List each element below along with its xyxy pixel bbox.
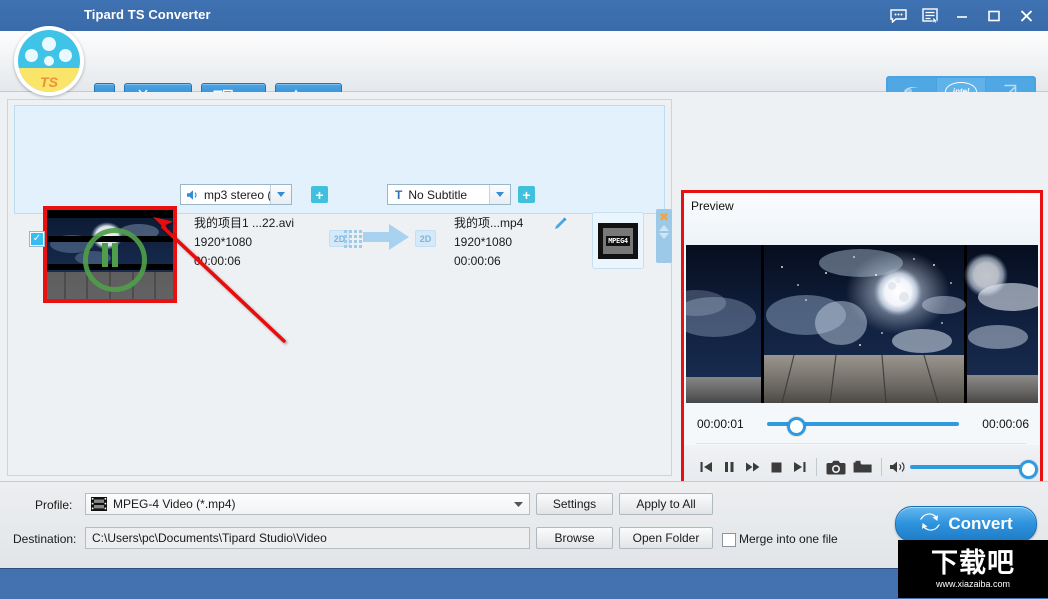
browse-button[interactable]: Browse bbox=[536, 527, 613, 549]
snapshot-button[interactable] bbox=[822, 452, 849, 482]
destination-input[interactable]: C:\Users\pc\Documents\Tipard Studio\Vide… bbox=[85, 527, 530, 549]
volume-divider bbox=[881, 458, 882, 476]
register-icon[interactable] bbox=[914, 2, 946, 30]
maximize-icon[interactable] bbox=[978, 2, 1010, 30]
pause-overlay-icon bbox=[102, 243, 118, 267]
settings-button[interactable]: Settings bbox=[536, 493, 613, 515]
target-resolution: 1920*1080 bbox=[454, 233, 523, 252]
target-file-name: 我的项...mp4 bbox=[454, 214, 523, 233]
open-folder-label: Open Folder bbox=[633, 531, 700, 545]
main-area: ✓ bbox=[0, 92, 1048, 481]
profile-value: MPEG-4 Video (*.mp4) bbox=[107, 497, 507, 511]
profile-select[interactable]: MPEG-4 Video (*.mp4) bbox=[85, 493, 530, 515]
app-logo: TS bbox=[14, 26, 84, 96]
speaker-icon bbox=[181, 189, 200, 201]
seek-slider[interactable] bbox=[767, 422, 959, 426]
destination-value: C:\Users\pc\Documents\Tipard Studio\Vide… bbox=[86, 531, 327, 545]
remove-file-icon[interactable]: ✖ bbox=[659, 212, 669, 223]
feedback-icon[interactable] bbox=[882, 2, 914, 30]
pause-button[interactable] bbox=[718, 452, 741, 482]
move-up-icon[interactable] bbox=[659, 225, 669, 231]
row-actions: ✖ bbox=[656, 209, 672, 263]
apply-to-all-label: Apply to All bbox=[636, 497, 695, 511]
toolbar: Add File Trim SD 3D bbox=[0, 31, 1048, 92]
source-resolution: 1920*1080 bbox=[194, 233, 294, 252]
stop-button[interactable] bbox=[764, 452, 787, 482]
watermark-text: 下载吧 bbox=[931, 549, 1015, 579]
seek-row: 00:00:01 00:00:06 bbox=[684, 408, 1040, 440]
window-title: Tipard TS Converter bbox=[84, 7, 211, 22]
minimize-icon[interactable] bbox=[946, 2, 978, 30]
preview-divider bbox=[696, 443, 1026, 444]
profile-chevron-down-icon[interactable] bbox=[507, 502, 529, 507]
volume-slider[interactable] bbox=[910, 465, 1026, 469]
profile-label: Profile: bbox=[35, 498, 72, 512]
close-icon[interactable] bbox=[1010, 2, 1042, 30]
open-folder-path-button[interactable]: Open Folder bbox=[619, 527, 713, 549]
desktop-taskbar bbox=[0, 568, 1048, 599]
mpeg4-label: MPEG4 bbox=[606, 236, 630, 246]
controls-divider bbox=[816, 458, 817, 476]
window-controls bbox=[882, 0, 1042, 31]
checkmark-icon: ✓ bbox=[31, 233, 43, 245]
logo-badge-label: TS bbox=[18, 74, 80, 90]
preview-title: Preview bbox=[691, 199, 734, 213]
preview-video[interactable] bbox=[686, 245, 1038, 403]
file-thumbnail[interactable] bbox=[43, 206, 177, 303]
subtitle-track-chevron-down-icon[interactable] bbox=[489, 185, 510, 204]
source-file-name: 我的项目1 ...22.avi bbox=[194, 214, 294, 233]
rename-pencil-icon[interactable] bbox=[553, 216, 569, 237]
open-folder-button[interactable] bbox=[849, 452, 876, 482]
bottom-bar: Profile: MPEG-4 Video (*.mp4) Settings A… bbox=[0, 481, 1048, 568]
volume-slider-handle[interactable] bbox=[1019, 460, 1038, 479]
subtitle-text-icon: T bbox=[388, 188, 402, 202]
add-subtitle-button[interactable]: + bbox=[518, 186, 535, 203]
title-bar: Tipard TS Converter bbox=[0, 0, 1048, 31]
file-list-row[interactable] bbox=[14, 105, 665, 214]
audio-track-chevron-down-icon[interactable] bbox=[270, 185, 291, 204]
subtitle-track-value: No Subtitle bbox=[402, 188, 489, 202]
mpeg4-icon: MPEG4 bbox=[598, 223, 638, 259]
browse-label: Browse bbox=[554, 531, 594, 545]
settings-label: Settings bbox=[553, 497, 596, 511]
merge-into-one-file-checkbox[interactable] bbox=[722, 533, 736, 547]
current-time: 00:00:01 bbox=[697, 417, 759, 431]
subtitle-track-select[interactable]: T No Subtitle bbox=[387, 184, 511, 205]
move-down-icon[interactable] bbox=[659, 233, 669, 239]
preview-header: Preview bbox=[684, 193, 1040, 245]
conversion-arrow bbox=[328, 222, 440, 254]
file-select-checkbox[interactable]: ✓ bbox=[29, 231, 45, 247]
merge-label: Merge into one file bbox=[739, 532, 838, 546]
fast-forward-button[interactable] bbox=[741, 452, 764, 482]
source-file-info: 我的项目1 ...22.avi 1920*1080 00:00:06 bbox=[194, 214, 294, 271]
next-button[interactable] bbox=[788, 452, 811, 482]
volume-icon[interactable] bbox=[887, 452, 909, 482]
convert-button[interactable]: Convert bbox=[895, 506, 1037, 542]
seek-slider-handle[interactable] bbox=[787, 417, 806, 436]
apply-to-all-button[interactable]: Apply to All bbox=[619, 493, 713, 515]
target-duration: 00:00:06 bbox=[454, 252, 523, 271]
convert-refresh-icon bbox=[919, 512, 941, 537]
destination-label: Destination: bbox=[13, 532, 76, 546]
target-format-box[interactable]: MPEG4 bbox=[592, 212, 644, 269]
audio-track-value: mp3 stereo ( bbox=[200, 188, 270, 202]
watermark-url: www.xiazaiba.com bbox=[936, 579, 1010, 590]
audio-track-select[interactable]: mp3 stereo ( bbox=[180, 184, 292, 205]
add-audio-track-button[interactable]: + bbox=[311, 186, 328, 203]
previous-button[interactable] bbox=[694, 452, 717, 482]
source-duration: 00:00:06 bbox=[194, 252, 294, 271]
target-file-info: 我的项...mp4 1920*1080 00:00:06 bbox=[454, 214, 523, 271]
convert-label: Convert bbox=[948, 514, 1012, 534]
site-watermark: 下载吧 www.xiazaiba.com bbox=[898, 540, 1048, 598]
total-time: 00:00:06 bbox=[967, 417, 1029, 431]
profile-format-icon bbox=[86, 497, 107, 511]
